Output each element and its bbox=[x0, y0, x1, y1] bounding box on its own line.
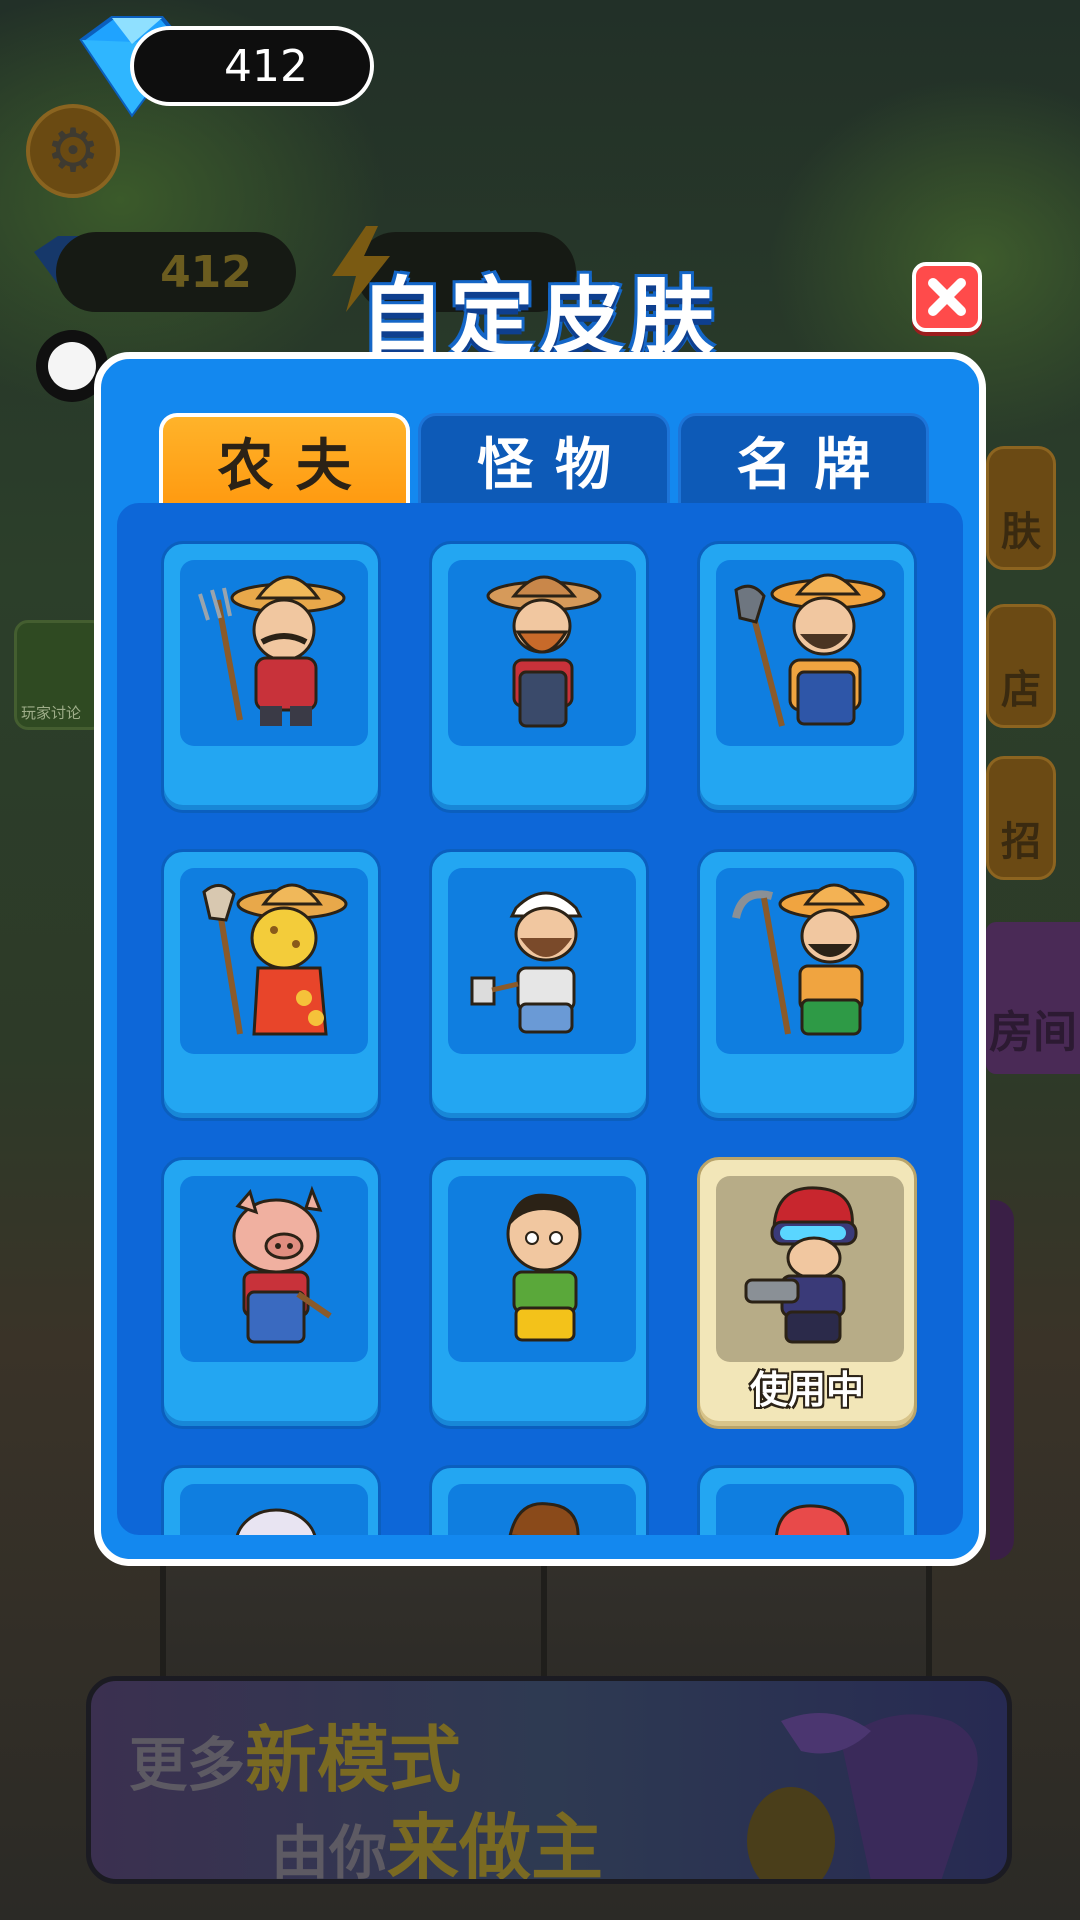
skin-thumbnail bbox=[180, 1484, 368, 1535]
skin-tabs: 农夫 怪物 名牌 bbox=[159, 413, 929, 505]
settings-button[interactable]: ⚙ bbox=[26, 104, 120, 198]
skin-thumbnail bbox=[448, 560, 636, 746]
close-button[interactable] bbox=[912, 262, 982, 332]
banner-line-1-prefix: 更多 bbox=[129, 1731, 246, 1799]
skin-thumbnail bbox=[180, 560, 368, 746]
side-button-room-label: 房间 bbox=[989, 1007, 1077, 1058]
tab-monster[interactable]: 怪物 bbox=[418, 413, 670, 505]
banner-line-2: 由你来做主 bbox=[271, 1789, 604, 1884]
skin-thumbnail bbox=[716, 560, 904, 746]
skin-thumbnail bbox=[448, 1484, 636, 1535]
player-discussion-label: 玩家讨论 bbox=[21, 704, 82, 722]
close-icon bbox=[928, 278, 966, 316]
side-button-skin[interactable]: 肤 bbox=[986, 446, 1056, 570]
skin-thumbnail bbox=[448, 1176, 636, 1362]
farmer-pitchfork-character bbox=[198, 575, 346, 726]
skin-item-partial-3[interactable] bbox=[697, 1465, 917, 1535]
gem-count-value: 412 bbox=[224, 40, 308, 92]
gear-icon: ⚙ bbox=[46, 116, 100, 186]
tab-monster-label: 怪物 bbox=[477, 433, 633, 498]
skin-thumbnail bbox=[716, 1484, 904, 1535]
skin-item-partial-1[interactable] bbox=[161, 1465, 381, 1535]
tab-farmer[interactable]: 农夫 bbox=[159, 413, 411, 505]
skin-dialog-panel: 农夫 怪物 名牌 使用中 bbox=[94, 352, 986, 1566]
partial-character-2 bbox=[508, 1502, 580, 1535]
skin-item-farmer-shovel[interactable] bbox=[697, 541, 917, 813]
new-mode-banner[interactable]: 更多新模式 由你来做主 bbox=[86, 1676, 1012, 1884]
farmer-bandana-character bbox=[470, 891, 583, 1034]
side-button-room[interactable]: 房间 bbox=[986, 922, 1080, 1074]
farmer-boy-character bbox=[506, 1193, 582, 1342]
side-panel-edge bbox=[990, 1200, 1014, 1560]
dinosaur-illustration bbox=[747, 1713, 978, 1879]
side-button-shop-label: 店 bbox=[1001, 667, 1041, 713]
skin-thumbnail bbox=[716, 1176, 904, 1362]
tab-nameplate[interactable]: 名牌 bbox=[677, 413, 929, 505]
skin-grid[interactable]: 使用中 bbox=[117, 503, 963, 1535]
skin-item-farmer-hoe[interactable] bbox=[697, 849, 917, 1121]
skin-thumbnail bbox=[180, 1176, 368, 1362]
farmer-overalls-character bbox=[486, 575, 602, 728]
side-button-skin-label: 肤 bbox=[1001, 509, 1041, 555]
skin-thumbnail bbox=[716, 868, 904, 1054]
skin-item-farmer-bandana[interactable] bbox=[429, 849, 649, 1121]
skin-item-farmer-pig[interactable] bbox=[161, 1157, 381, 1429]
skin-thumbnail bbox=[180, 868, 368, 1054]
skin-item-farmer-leopard[interactable] bbox=[161, 849, 381, 1121]
gem-counter: 412 bbox=[130, 26, 374, 106]
farmer-leopard-character bbox=[202, 883, 348, 1036]
skin-item-farmer-boy[interactable] bbox=[429, 1157, 649, 1429]
banner-line-2-prefix: 由你 bbox=[271, 1819, 388, 1884]
tab-farmer-label: 农夫 bbox=[217, 433, 374, 499]
skin-thumbnail bbox=[448, 868, 636, 1054]
in-use-label: 使用中 bbox=[749, 1368, 864, 1412]
player-discussion-button[interactable]: 玩家讨论 bbox=[14, 620, 106, 730]
partial-character-1 bbox=[235, 1508, 317, 1535]
skin-item-farmer-overalls[interactable] bbox=[429, 541, 649, 813]
side-button-recruit-label: 招 bbox=[1001, 819, 1041, 865]
farmer-hoe-character bbox=[732, 883, 890, 1036]
farmer-shovel-character bbox=[734, 573, 886, 727]
farmer-pig-character bbox=[232, 1185, 332, 1344]
partial-character-3 bbox=[775, 1504, 850, 1535]
skin-item-farmer-soldier[interactable]: 使用中 bbox=[697, 1157, 917, 1429]
side-button-recruit[interactable]: 招 bbox=[986, 756, 1056, 880]
farmer-soldier-character bbox=[744, 1186, 858, 1344]
skin-item-farmer-pitchfork[interactable] bbox=[161, 541, 381, 813]
side-button-shop[interactable]: 店 bbox=[986, 604, 1056, 728]
tab-nameplate-label: 名牌 bbox=[736, 433, 893, 498]
skin-item-partial-2[interactable] bbox=[429, 1465, 649, 1535]
banner-line-2-emphasis: 来做主 bbox=[387, 1806, 604, 1884]
